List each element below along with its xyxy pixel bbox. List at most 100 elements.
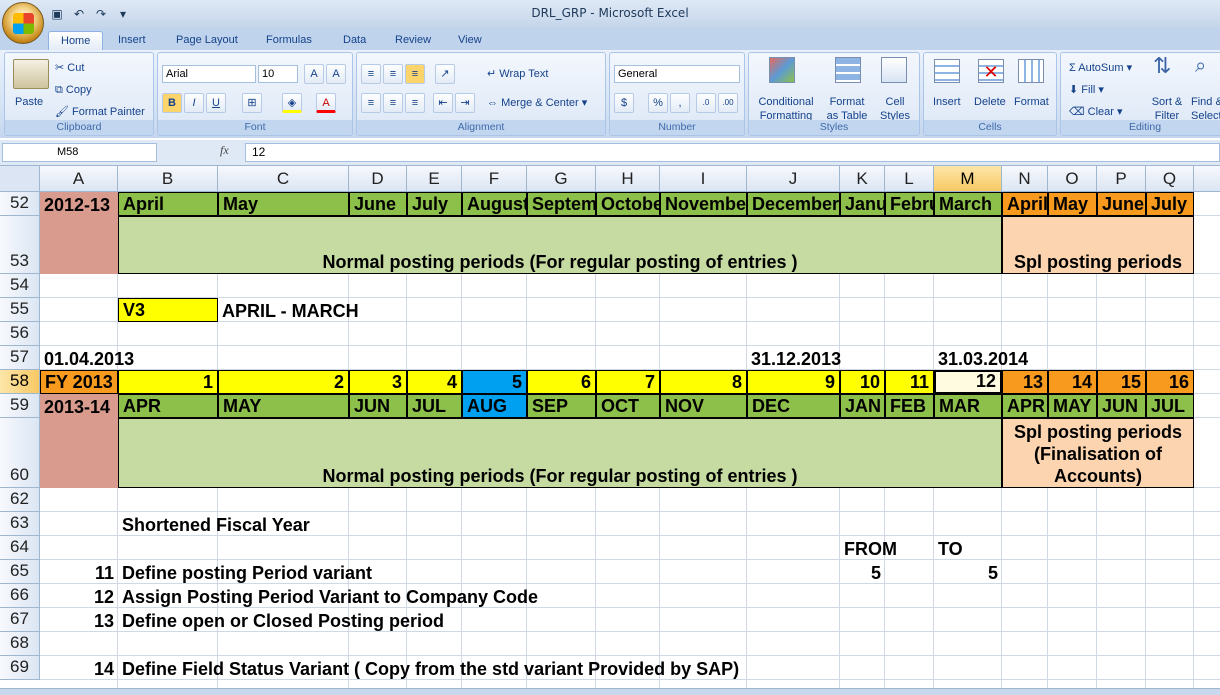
cell-k65[interactable]: 5	[840, 560, 885, 584]
normal-posting-periods-60[interactable]: Normal posting periods (For regular post…	[118, 418, 1002, 488]
cell-a57[interactable]: 01.04.2013	[40, 346, 349, 370]
align-middle-button[interactable]: ≡	[383, 64, 403, 84]
cell-a65[interactable]: 11	[40, 560, 118, 584]
cell-a60[interactable]	[40, 418, 118, 488]
align-right-button[interactable]: ≡	[405, 93, 425, 113]
row-header-69[interactable]: 69	[0, 656, 40, 680]
row-header-68[interactable]: 68	[0, 632, 40, 656]
cell-g58[interactable]: 6	[527, 370, 596, 394]
find-select-button[interactable]: Find & Select	[1191, 95, 1220, 123]
row-header-67[interactable]: 67	[0, 608, 40, 632]
number-format-select[interactable]: General	[614, 65, 740, 83]
align-bottom-button[interactable]: ≡	[405, 64, 425, 84]
cell-m57[interactable]: 31.03.2014	[934, 346, 1097, 370]
comma-button[interactable]: ,	[670, 93, 690, 113]
row-header-54[interactable]: 54	[0, 274, 40, 298]
tab-home[interactable]: Home	[48, 31, 104, 50]
orientation-button[interactable]: ↗	[435, 64, 455, 84]
align-top-button[interactable]: ≡	[361, 64, 381, 84]
font-color-button[interactable]: A	[316, 93, 336, 113]
cell-e58[interactable]: 4	[407, 370, 462, 394]
spl-posting-periods-53[interactable]: Spl posting periods	[1002, 216, 1194, 274]
normal-posting-periods-53[interactable]: Normal posting periods (For regular post…	[118, 216, 1002, 274]
borders-button[interactable]: ⊞	[242, 93, 262, 113]
cell-k52[interactable]: January	[840, 192, 885, 216]
underline-button[interactable]: U	[206, 93, 226, 113]
cell-i58[interactable]: 8	[660, 370, 747, 394]
cell-c52[interactable]: May	[218, 192, 349, 216]
cell-q59[interactable]: JUL	[1146, 394, 1194, 418]
font-name-select[interactable]: Arial	[162, 65, 256, 83]
cell-f59[interactable]: AUG	[462, 394, 527, 418]
conditional-formatting-button[interactable]: Conditional Formatting	[754, 95, 818, 123]
cell-n59[interactable]: APR	[1002, 394, 1048, 418]
column-header-p[interactable]: P	[1097, 166, 1146, 192]
column-header-g[interactable]: G	[527, 166, 596, 192]
cell-b69[interactable]: Define Field Status Variant ( Copy from …	[118, 656, 1194, 680]
cell-d59[interactable]: JUN	[349, 394, 407, 418]
tab-review[interactable]: Review	[383, 31, 443, 50]
row-header-55[interactable]: 55	[0, 298, 40, 322]
tab-formulas[interactable]: Formulas	[254, 31, 324, 50]
cell-b52[interactable]: April	[118, 192, 218, 216]
row-header-59[interactable]: 59	[0, 394, 40, 418]
cell-l52[interactable]: February	[885, 192, 934, 216]
clear-button[interactable]: ⌫ Clear ▾	[1069, 105, 1123, 119]
cell-p52[interactable]: June	[1097, 192, 1146, 216]
cell-n58[interactable]: 13	[1002, 370, 1048, 394]
row-header-57[interactable]: 57	[0, 346, 40, 370]
cell-d52[interactable]: June	[349, 192, 407, 216]
cell-a58[interactable]: FY 2013	[40, 370, 118, 394]
grow-font-button[interactable]: A	[304, 64, 324, 84]
paste-button[interactable]: Paste	[15, 95, 43, 109]
format-painter-button[interactable]: 🖌 Format Painter	[55, 105, 145, 119]
column-header-c[interactable]: C	[218, 166, 349, 192]
cell-d58[interactable]: 3	[349, 370, 407, 394]
bold-button[interactable]: B	[162, 93, 182, 113]
paste-icon[interactable]	[13, 59, 49, 89]
align-center-button[interactable]: ≡	[383, 93, 403, 113]
cell-o58[interactable]: 14	[1048, 370, 1097, 394]
column-header-f[interactable]: F	[462, 166, 527, 192]
tab-view[interactable]: View	[446, 31, 494, 50]
autosum-button[interactable]: Σ AutoSum ▾	[1069, 61, 1132, 75]
column-header-k[interactable]: K	[840, 166, 885, 192]
cell-b63[interactable]: Shortened Fiscal Year	[118, 512, 660, 536]
undo-icon[interactable]: ↶	[70, 6, 88, 22]
tab-insert[interactable]: Insert	[106, 31, 158, 50]
cell-o52[interactable]: May	[1048, 192, 1097, 216]
cell-c55[interactable]: APRIL - MARCH	[218, 298, 462, 322]
row-header-53[interactable]: 53	[0, 216, 40, 274]
increase-decimal-button[interactable]: .0	[696, 93, 716, 113]
cut-button[interactable]: ✂ Cut	[55, 61, 84, 75]
cell-m52[interactable]: March	[934, 192, 1002, 216]
cell-j52[interactable]: December	[747, 192, 840, 216]
cell-g59[interactable]: SEP	[527, 394, 596, 418]
cell-b58[interactable]: 1	[118, 370, 218, 394]
cell-h58[interactable]: 7	[596, 370, 660, 394]
cell-m64[interactable]: TO	[934, 536, 1048, 560]
row-header-63[interactable]: 63	[0, 512, 40, 536]
cell-q52[interactable]: July	[1146, 192, 1194, 216]
cell-f52[interactable]: August	[462, 192, 527, 216]
cell-b67[interactable]: Define open or Closed Posting period	[118, 608, 747, 632]
cell-styles-button[interactable]: Cell Styles	[875, 95, 915, 123]
copy-button[interactable]: ⧉ Copy	[55, 83, 92, 97]
cell-a69[interactable]: 14	[40, 656, 118, 680]
cell-j58[interactable]: 9	[747, 370, 840, 394]
delete-cells-button[interactable]: Delete	[974, 95, 1006, 109]
row-header-56[interactable]: 56	[0, 322, 40, 346]
cell-f58[interactable]: 5	[462, 370, 527, 394]
column-header-h[interactable]: H	[596, 166, 660, 192]
tab-data[interactable]: Data	[331, 31, 378, 50]
cell-m58[interactable]: 12	[934, 370, 1002, 394]
insert-function-icon[interactable]: fx	[220, 143, 229, 158]
cell-b55[interactable]: V3	[118, 298, 218, 322]
cell-c59[interactable]: MAY	[218, 394, 349, 418]
font-size-select[interactable]: 10	[258, 65, 298, 83]
cell-j57[interactable]: 31.12.2013	[747, 346, 934, 370]
decrease-decimal-button[interactable]: .00	[718, 93, 738, 113]
fill-button[interactable]: ⬇ Fill ▾	[1069, 83, 1104, 97]
redo-icon[interactable]: ↷	[92, 6, 110, 22]
column-header-i[interactable]: I	[660, 166, 747, 192]
